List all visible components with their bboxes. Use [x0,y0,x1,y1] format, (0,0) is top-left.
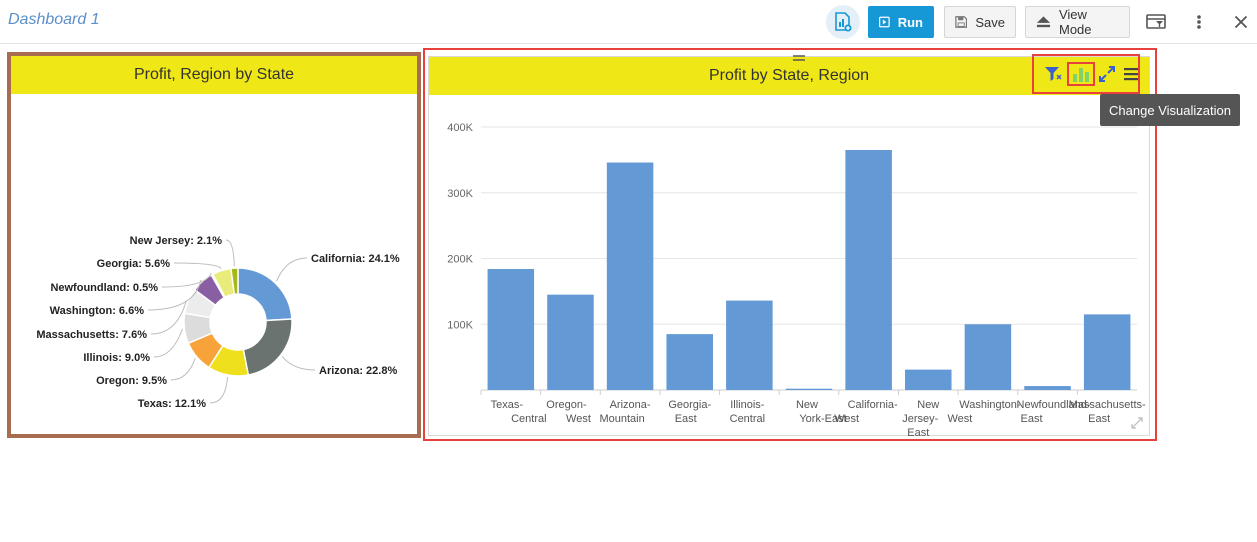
expand-icon [1099,66,1115,82]
menu-icon [1124,68,1138,81]
donut-leader-line [150,300,187,335]
save-button[interactable]: Save [944,6,1016,38]
bar[interactable] [547,294,594,390]
panel-header-icons [1032,54,1140,94]
add-chart-icon [835,12,852,32]
bar[interactable] [666,334,713,390]
resize-icon[interactable] [1128,414,1146,432]
bar-chart-panel[interactable]: Profit by State, Region 100K 200K 300K 400K… [428,54,1150,437]
bar-chart-panel-selection[interactable]: Profit by State, Region 100K 200K 300K 400K… [423,48,1157,441]
save-icon [955,16,968,28]
donut-leader-line [173,262,222,269]
change-visualization-button[interactable] [1067,62,1095,86]
filter-panel-button[interactable] [1144,10,1168,34]
donut-label: Massachusetts: 7.6% [36,329,147,341]
more-options-button[interactable] [1187,10,1211,34]
filter-icon [1045,67,1062,81]
donut-label: Oregon: 9.5% [96,375,167,387]
donut-label: Newfoundland: 0.5% [50,282,158,294]
run-label: Run [897,14,923,30]
filter-panel-icon [1146,14,1166,29]
top-toolbar: Dashboard 1 Run Save View Mode [0,0,1257,44]
panel-menu-button[interactable] [1120,64,1142,84]
x-tick-label: Illinois- [730,399,765,411]
bar[interactable] [964,324,1012,390]
x-tick-label: New [796,399,818,411]
donut-leader-line [209,376,228,404]
x-tick-label: Jersey- [902,413,938,425]
donut-label: California: 24.1% [311,253,400,265]
donut-chart: California: 24.1% Arizona: 22.8% Texas: 12… [36,235,400,410]
x-tick-label: Texas- [491,399,524,411]
donut-chart-panel[interactable]: Profit, Region by State California: 24.1… [7,52,421,438]
bar[interactable] [785,388,833,390]
donut-leader-line [281,356,316,371]
bar-chart-icon [1073,68,1089,82]
donut-label: Arizona: 22.8% [319,365,397,377]
drag-handle-icon[interactable] [791,54,807,62]
donut-slice[interactable] [237,267,293,322]
x-tick-label: West [566,413,591,425]
bar[interactable] [1083,314,1131,390]
x-tick-label: Washington- [959,399,1021,411]
x-tick-label: Central [730,413,765,425]
donut-leader-line [276,257,308,282]
donut-leader-line [225,239,235,267]
donut-label: Georgia: 5.6% [97,258,171,270]
donut-label: Washington: 6.6% [50,305,145,317]
x-tick-label: Massachusetts- [1069,399,1146,411]
run-button[interactable]: Run [868,6,934,38]
donut-label: New Jersey: 2.1% [130,235,223,247]
x-tick-label: East [675,413,697,425]
x-tick-label: East [907,427,929,437]
close-button[interactable] [1229,10,1253,34]
donut-label: Illinois: 9.0% [83,352,150,364]
donut-label: Texas: 12.1% [138,398,207,410]
expand-button[interactable] [1096,64,1118,84]
x-tick-label: East [1021,413,1043,425]
x-tick-label: Arizona- [610,399,651,411]
bar[interactable] [905,369,952,390]
y-tick-label: 100K [447,319,473,331]
bar[interactable] [726,300,773,390]
bar[interactable] [606,162,654,390]
x-tick-label: Oregon- [546,399,587,411]
y-tick-label: 400K [447,122,473,134]
donut-panel-header[interactable]: Profit, Region by State [11,56,417,94]
y-tick-label: 200K [447,254,473,266]
bar[interactable] [487,269,535,390]
dashboard-title[interactable]: Dashboard 1 [8,11,100,29]
bar[interactable] [845,150,892,390]
donut-leader-line [170,358,196,381]
bar[interactable] [1024,386,1071,390]
x-tick-label: California- [848,399,898,411]
x-tick-label: West [947,413,972,425]
bar-chart: 100K200K300K400KTexas-CentralOregon-West… [447,122,1146,437]
view-mode-button[interactable]: View Mode [1025,6,1130,38]
x-tick-label: Mountain [599,413,644,425]
x-tick-label: New [917,399,939,411]
play-icon [879,16,890,28]
view-mode-label: View Mode [1058,7,1092,37]
x-tick-label: West [834,413,859,425]
donut-slice[interactable] [242,318,293,376]
add-chart-button[interactable] [826,5,860,39]
save-label: Save [975,14,1005,30]
close-icon [1234,15,1248,29]
filter-button[interactable] [1042,64,1064,84]
x-tick-label: East [1088,413,1110,425]
tooltip: Change Visualization [1100,94,1240,126]
more-vertical-icon [1197,15,1201,29]
eject-icon [1036,16,1051,28]
donut-panel-title: Profit, Region by State [133,66,295,83]
y-tick-label: 300K [447,188,473,200]
x-tick-label: Georgia- [668,399,711,411]
bar-panel-title: Profit by State, Region [708,67,870,84]
x-tick-label: Central [511,413,546,425]
